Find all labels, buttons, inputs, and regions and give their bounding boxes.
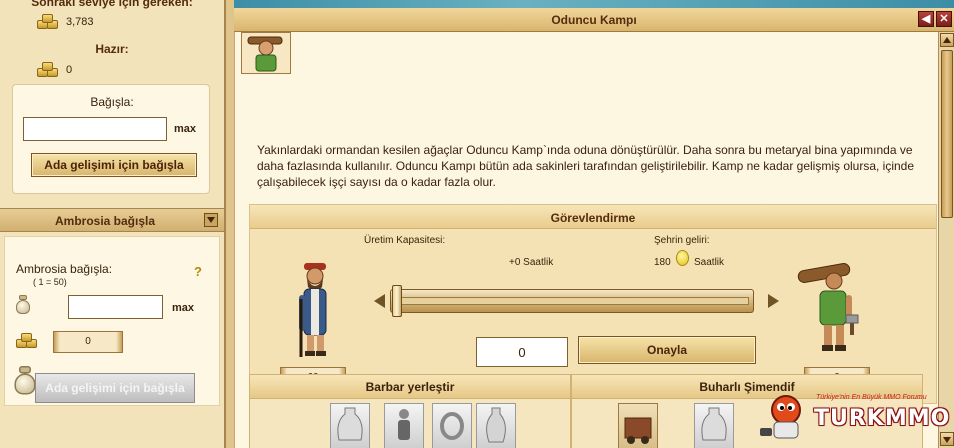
barbarian-slot-unit[interactable]: [384, 403, 424, 448]
wood-icon: [15, 333, 39, 349]
gold-coin-icon: [676, 250, 689, 266]
ambrosia-vase-icon: [13, 366, 37, 396]
woodcutter-figure: [796, 257, 866, 362]
donate-button[interactable]: Ada gelişimi için bağışla: [31, 153, 197, 177]
donate-input[interactable]: [23, 117, 167, 141]
ambrosia-max-link[interactable]: max: [172, 302, 194, 314]
confirm-button[interactable]: Onayla: [578, 336, 756, 364]
ready-value: 0: [66, 64, 73, 76]
donate-box: Bağışla: max Ada gelişimi için bağışla: [12, 84, 210, 194]
scroll-thumb[interactable]: [941, 50, 953, 218]
window-title: Oduncu Kampı: [551, 13, 637, 27]
ambrosia-label: Ambrosia bağışla:: [16, 262, 113, 276]
mascot-logo: [760, 395, 801, 439]
ready-row: 0: [36, 62, 72, 78]
barbarian-title: Barbar yerleştir: [250, 375, 570, 399]
map-strip: [234, 0, 954, 8]
income-amount: 180: [654, 257, 671, 268]
ambrosia-rate: ( 1 = 50): [33, 277, 67, 287]
capacity-value: +0 Saatlik: [509, 257, 554, 268]
collapse-icon[interactable]: [204, 213, 218, 227]
barbarian-panel: Barbar yerleştir: [249, 374, 571, 448]
ambrosia-title: Ambrosia bağışla: [54, 214, 156, 228]
slider-increase-arrow[interactable]: [768, 294, 779, 308]
ambrosia-header: Ambrosia bağışla: [0, 208, 224, 232]
next-level-label: Sonraki seviye için gereken:: [31, 0, 193, 9]
worker-slider-track[interactable]: [390, 289, 754, 313]
building-description: Yakınlardaki ormandan kesilen ağaçlar Od…: [257, 143, 915, 189]
help-icon[interactable]: ?: [194, 264, 202, 279]
woodcutter-window: Oduncu Kampı ◀ ✕ Yakınlardaki ormandan k…: [234, 0, 954, 448]
income-unit: Saatlik: [694, 257, 725, 268]
wood-icon: [36, 62, 60, 78]
assignment-header: Görevlendirme: [250, 205, 936, 229]
barbarian-slot-amphora[interactable]: [476, 403, 516, 448]
ambrosia-donate-button[interactable]: Ada gelişimi için bağışla: [35, 373, 195, 403]
capacity-label: Üretim Kapasitesi:: [364, 235, 446, 246]
worker-count-input[interactable]: [476, 337, 568, 367]
scroll-up-icon[interactable]: [940, 33, 954, 47]
ambrosia-vase-icon: [15, 295, 31, 315]
ready-label: Hazır:: [95, 42, 129, 56]
close-icon[interactable]: ✕: [936, 11, 952, 27]
window-body: Yakınlardaki ormandan kesilen ağaçlar Od…: [234, 32, 938, 448]
next-level-value: 3,783: [66, 16, 94, 28]
steam-train-slot-machine[interactable]: [618, 403, 658, 448]
slider-decrease-arrow[interactable]: [374, 294, 385, 308]
next-level-row: 3,783: [36, 14, 94, 30]
barbarian-slot-vase[interactable]: [330, 403, 370, 448]
woodcutter-avatar: [241, 32, 291, 74]
window-title-bar: Oduncu Kampı: [234, 8, 954, 32]
watermark-text: TURKMMO: [814, 406, 951, 431]
donate-max-link[interactable]: max: [174, 123, 196, 135]
vertical-scrollbar[interactable]: [938, 32, 954, 448]
watermark-tagline: Türkiye'nin En Büyük MMO Forumu: [816, 394, 927, 401]
citizen-figure: [294, 259, 338, 362]
assignment-title: Görevlendirme: [550, 211, 636, 225]
worker-slider-handle[interactable]: [392, 285, 402, 317]
left-arrow-icon[interactable]: ◀: [918, 11, 934, 27]
income-label: Şehrin geliri:: [654, 235, 710, 246]
ambrosia-input[interactable]: [68, 295, 163, 319]
donate-label: Bağışla:: [90, 95, 134, 109]
left-sidebar: Sonraki seviye için gereken: 3,783 Hazır…: [0, 0, 226, 448]
barbarian-slot-ring[interactable]: [432, 403, 472, 448]
turkmmo-watermark: Türkiye'nin En Büyük MMO Forumu TURKMMO: [756, 392, 949, 444]
ambrosia-box: Ambrosia bağışla: ( 1 = 50) ? max 0 Ada …: [4, 236, 220, 406]
steam-train-slot-vase[interactable]: [694, 403, 734, 448]
ambrosia-wood-value: 0: [53, 331, 123, 353]
wood-icon: [36, 14, 60, 30]
